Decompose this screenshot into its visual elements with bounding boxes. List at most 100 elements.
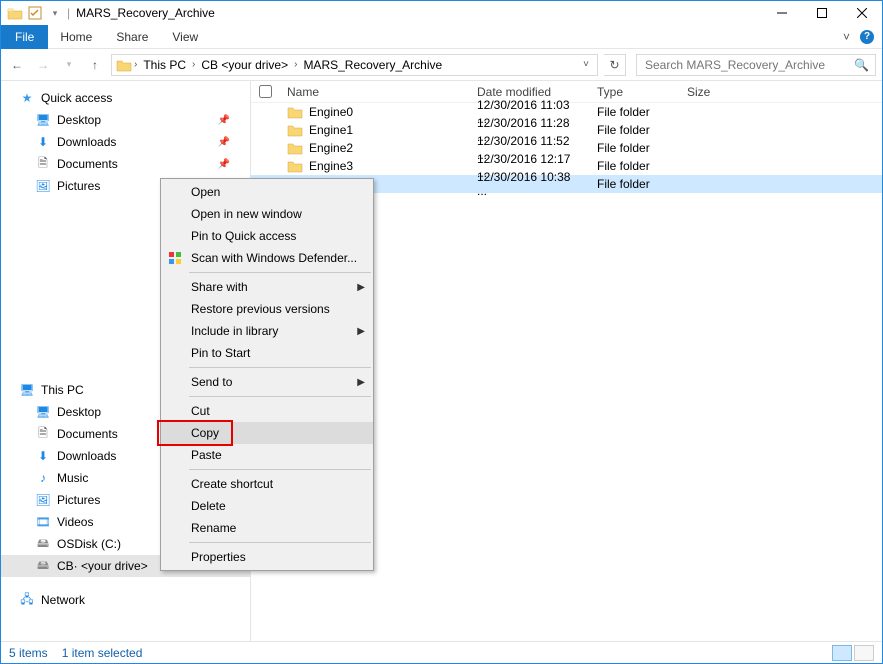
- folder-icon: [287, 122, 303, 138]
- tree-quick-access[interactable]: ★ Quick access: [1, 87, 250, 109]
- home-tab[interactable]: Home: [48, 25, 104, 49]
- nav-bar: ← → ▾ ↑ › This PC › CB <your drive> › MA…: [1, 49, 882, 81]
- file-name: Engine2: [309, 141, 353, 155]
- breadcrumb-item[interactable]: MARS_Recovery_Archive: [299, 58, 446, 72]
- cm-separator: [189, 469, 371, 470]
- cm-share-with[interactable]: Share with▶: [161, 276, 373, 298]
- cm-separator: [189, 367, 371, 368]
- videos-icon: 🎞: [35, 514, 51, 530]
- window-title: MARS_Recovery_Archive: [76, 6, 215, 20]
- column-type[interactable]: Type: [589, 85, 679, 99]
- help-icon[interactable]: ?: [860, 30, 874, 44]
- submenu-arrow-icon: ▶: [357, 326, 365, 337]
- folder-icon: [7, 5, 23, 21]
- documents-icon: 🗎: [35, 426, 51, 442]
- file-name: Engine3: [309, 159, 353, 173]
- pc-icon: 🖥: [19, 382, 35, 398]
- column-size[interactable]: Size: [679, 85, 739, 99]
- cm-paste[interactable]: Paste: [161, 444, 373, 466]
- close-button[interactable]: [842, 1, 882, 25]
- file-name: Engine1: [309, 123, 353, 137]
- cm-separator: [189, 396, 371, 397]
- documents-icon: 🗎: [35, 156, 51, 172]
- breadcrumb-dropdown-icon[interactable]: ˅: [579, 59, 593, 70]
- cm-rename[interactable]: Rename: [161, 517, 373, 539]
- column-name[interactable]: Name: [279, 85, 469, 99]
- breadcrumb[interactable]: › This PC › CB <your drive> › MARS_Recov…: [111, 54, 598, 76]
- chevron-right-icon[interactable]: ›: [192, 59, 195, 70]
- search-icon[interactable]: 🔍: [854, 58, 869, 72]
- thumbnails-view-button[interactable]: [854, 645, 874, 661]
- folder-icon: [287, 104, 303, 120]
- downloads-icon: ⬇: [35, 134, 51, 150]
- search-input[interactable]: [643, 57, 854, 73]
- cm-scan-defender[interactable]: Scan with Windows Defender...: [161, 247, 373, 269]
- pin-icon: 📌: [218, 159, 230, 170]
- chevron-right-icon[interactable]: ›: [294, 59, 297, 70]
- file-type: File folder: [589, 105, 679, 119]
- details-view-button[interactable]: [832, 645, 852, 661]
- back-button[interactable]: ←: [7, 55, 27, 75]
- tree-documents[interactable]: 🗎 Documents📌: [1, 153, 250, 175]
- pin-icon: 📌: [218, 137, 230, 148]
- cm-pin-quick-access[interactable]: Pin to Quick access: [161, 225, 373, 247]
- search-box[interactable]: 🔍: [636, 54, 876, 76]
- maximize-button[interactable]: [802, 1, 842, 25]
- refresh-button[interactable]: ↻: [604, 54, 626, 76]
- folder-icon: [116, 57, 132, 73]
- file-date: 12/30/2016 10:38 ...: [469, 170, 589, 198]
- cm-include-library[interactable]: Include in library▶: [161, 320, 373, 342]
- recent-dropdown-icon[interactable]: ▾: [59, 55, 79, 75]
- pin-icon: 📌: [218, 115, 230, 126]
- cm-pin-start[interactable]: Pin to Start: [161, 342, 373, 364]
- cm-properties[interactable]: Properties: [161, 546, 373, 568]
- ribbon-expand-icon[interactable]: ˅: [843, 30, 850, 44]
- drive-icon: 🖴: [35, 558, 51, 574]
- tree-desktop[interactable]: 🖥 Desktop📌: [1, 109, 250, 131]
- status-count: 5 items: [9, 646, 48, 660]
- file-type: File folder: [589, 141, 679, 155]
- select-all-checkbox[interactable]: [259, 85, 272, 98]
- breadcrumb-item[interactable]: This PC: [139, 58, 190, 72]
- cm-copy[interactable]: Copy: [161, 422, 373, 444]
- up-button[interactable]: ↑: [85, 55, 105, 75]
- cm-cut[interactable]: Cut: [161, 400, 373, 422]
- submenu-arrow-icon: ▶: [357, 377, 365, 388]
- cm-open-new-window[interactable]: Open in new window: [161, 203, 373, 225]
- pictures-icon: 🖼: [35, 492, 51, 508]
- cm-send-to[interactable]: Send to▶: [161, 371, 373, 393]
- folder-icon: [287, 158, 303, 174]
- tree-downloads[interactable]: ⬇ Downloads📌: [1, 131, 250, 153]
- pictures-icon: 🖼: [35, 178, 51, 194]
- cm-create-shortcut[interactable]: Create shortcut: [161, 473, 373, 495]
- status-selected: 1 item selected: [62, 646, 143, 660]
- cm-delete[interactable]: Delete: [161, 495, 373, 517]
- folder-icon: [287, 140, 303, 156]
- minimize-button[interactable]: [762, 1, 802, 25]
- tree-network[interactable]: 🖧 Network: [1, 589, 250, 611]
- cm-restore-versions[interactable]: Restore previous versions: [161, 298, 373, 320]
- desktop-icon: 🖥: [35, 404, 51, 420]
- file-type: File folder: [589, 177, 679, 191]
- star-icon: ★: [19, 90, 35, 106]
- title-bar: ▾ | MARS_Recovery_Archive: [1, 1, 882, 25]
- submenu-arrow-icon: ▶: [357, 282, 365, 293]
- column-check[interactable]: [251, 82, 279, 101]
- chevron-right-icon[interactable]: ›: [134, 59, 137, 70]
- title-separator: |: [67, 6, 70, 20]
- context-menu: Open Open in new window Pin to Quick acc…: [160, 178, 374, 571]
- qat-properties-icon[interactable]: [27, 5, 43, 21]
- status-bar: 5 items 1 item selected: [1, 641, 882, 663]
- share-tab[interactable]: Share: [104, 25, 160, 49]
- downloads-icon: ⬇: [35, 448, 51, 464]
- file-type: File folder: [589, 159, 679, 173]
- forward-button[interactable]: →: [33, 55, 53, 75]
- file-tab[interactable]: File: [1, 25, 48, 49]
- breadcrumb-item[interactable]: CB <your drive>: [197, 58, 292, 72]
- view-tab[interactable]: View: [160, 25, 210, 49]
- column-date[interactable]: Date modified: [469, 85, 589, 99]
- drive-icon: 🖴: [35, 536, 51, 552]
- qat-dropdown-icon[interactable]: ▾: [47, 5, 63, 21]
- cm-open[interactable]: Open: [161, 181, 373, 203]
- shield-icon: [167, 250, 183, 266]
